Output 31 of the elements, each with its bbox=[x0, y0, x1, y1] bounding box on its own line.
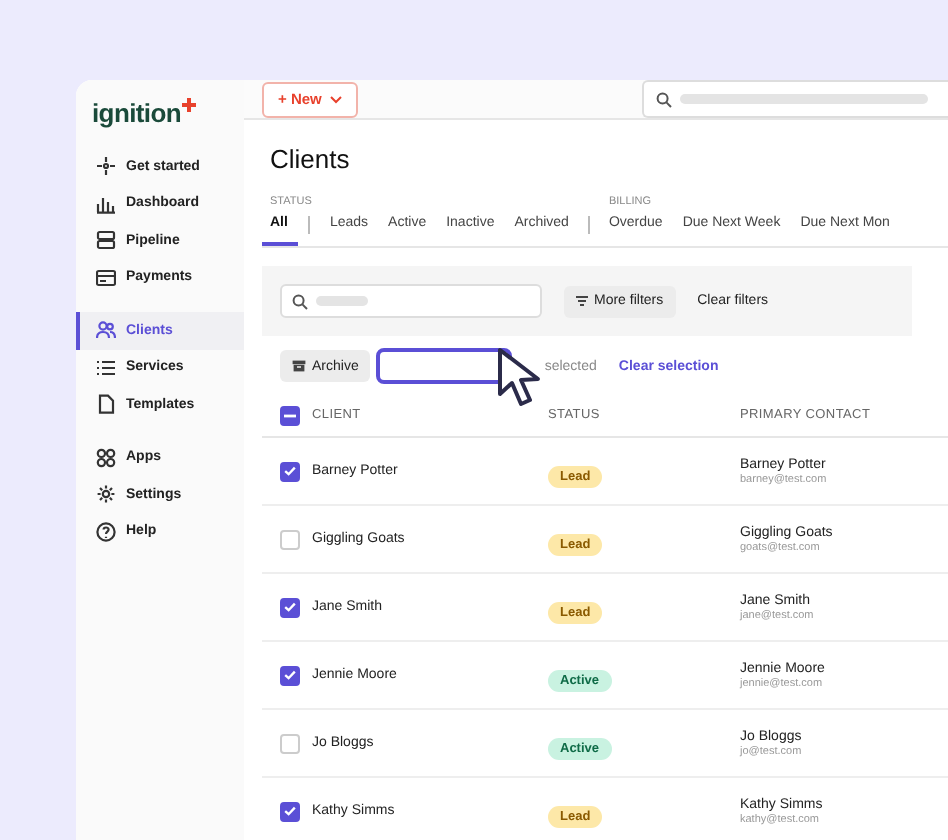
row-checkbox[interactable] bbox=[280, 665, 300, 685]
checkmark-icon bbox=[284, 806, 296, 816]
list-icon bbox=[96, 357, 116, 378]
bar-chart-icon bbox=[96, 193, 116, 214]
grid-icon bbox=[96, 447, 116, 468]
page-title: Clients bbox=[270, 144, 352, 174]
document-icon bbox=[96, 394, 116, 415]
filter-icon bbox=[576, 296, 588, 306]
card-icon bbox=[96, 267, 116, 288]
crosshair-icon bbox=[96, 156, 116, 177]
checkmark-icon bbox=[284, 670, 296, 680]
checkmark-icon bbox=[284, 602, 296, 612]
plus-icon bbox=[181, 98, 196, 112]
logo[interactable]: ignition bbox=[92, 98, 182, 128]
row-checkbox[interactable] bbox=[280, 597, 300, 617]
row-checkbox[interactable] bbox=[280, 461, 300, 481]
row-checkbox[interactable] bbox=[280, 801, 300, 821]
archive-icon bbox=[292, 360, 306, 372]
select-all-checkbox[interactable] bbox=[280, 405, 300, 425]
stacked-rows-icon bbox=[96, 230, 116, 251]
chevron-down-icon bbox=[329, 95, 342, 103]
placeholder-bar bbox=[316, 296, 368, 306]
help-icon bbox=[96, 521, 116, 542]
search-icon bbox=[292, 293, 308, 309]
minus-icon bbox=[284, 413, 296, 417]
search-field[interactable] bbox=[280, 284, 542, 318]
gear-icon bbox=[96, 484, 116, 505]
people-icon bbox=[96, 320, 116, 341]
checkmark-icon bbox=[284, 466, 296, 476]
search-icon bbox=[656, 91, 672, 107]
search-field[interactable] bbox=[642, 80, 948, 118]
